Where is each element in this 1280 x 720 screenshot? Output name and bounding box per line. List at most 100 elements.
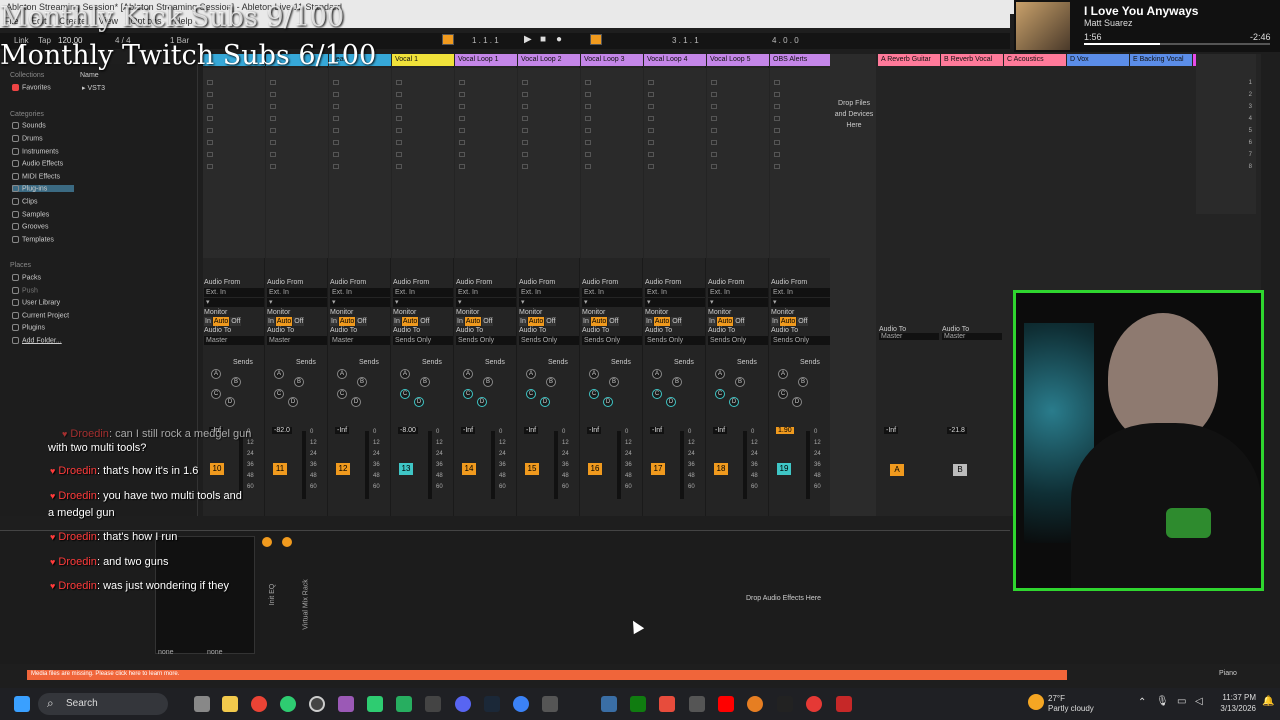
clip-slot[interactable]: [774, 92, 780, 97]
clip-slot[interactable]: [396, 92, 402, 97]
send-b-knob[interactable]: B: [735, 377, 745, 387]
clip-slot[interactable]: [459, 152, 465, 157]
clip-slot[interactable]: [648, 104, 654, 109]
place-current-project[interactable]: Current Project: [12, 312, 69, 319]
clip-slot[interactable]: [207, 92, 213, 97]
return-audio-to[interactable]: Audio To Master: [879, 326, 939, 340]
return-volume-field[interactable]: -Inf: [884, 427, 899, 434]
app-icon-6[interactable]: [513, 696, 529, 712]
volume-field[interactable]: 1.90: [776, 427, 794, 434]
return-track-header[interactable]: E Backing Vocal: [1130, 54, 1192, 66]
audio-to-select[interactable]: Sends Only: [771, 336, 831, 345]
rack-device-title[interactable]: Virtual Mix Rack: [303, 579, 310, 629]
send-b-knob[interactable]: B: [483, 377, 493, 387]
send-a-knob[interactable]: A: [526, 369, 536, 379]
send-b-knob[interactable]: B: [798, 377, 808, 387]
audio-to-select[interactable]: Sends Only: [456, 336, 516, 345]
clip-slot[interactable]: [522, 116, 528, 121]
steam-icon[interactable]: [484, 696, 500, 712]
app-icon-12[interactable]: [777, 696, 793, 712]
audio-from-select[interactable]: Ext. In: [330, 288, 390, 297]
volume-field[interactable]: -Inf: [524, 427, 539, 434]
send-c-knob[interactable]: C: [337, 389, 347, 399]
audio-from-select[interactable]: Ext. In: [393, 288, 453, 297]
clip-slot[interactable]: [648, 116, 654, 121]
track-header[interactable]: Vocal Loop 2: [518, 54, 580, 66]
status-message[interactable]: Media files are missing. Please click he…: [27, 670, 1067, 680]
input-channel-select[interactable]: ▾: [393, 298, 453, 307]
clip-slots[interactable]: [203, 68, 265, 258]
send-b-knob[interactable]: B: [231, 377, 241, 387]
track-header[interactable]: Vocal 1: [392, 54, 454, 66]
scene-4[interactable]: 4: [1249, 116, 1252, 122]
audio-to-select[interactable]: Sends Only: [708, 336, 768, 345]
obs-icon[interactable]: [309, 696, 325, 712]
send-a-knob[interactable]: A: [715, 369, 725, 379]
send-c-knob[interactable]: C: [778, 389, 788, 399]
send-a-knob[interactable]: A: [274, 369, 284, 379]
send-d-knob[interactable]: D: [603, 397, 613, 407]
clip-slot[interactable]: [396, 128, 402, 133]
category-grooves[interactable]: Grooves: [12, 223, 48, 230]
scene-7[interactable]: 7: [1249, 152, 1252, 158]
app-icon-13[interactable]: [806, 696, 822, 712]
clip-slot[interactable]: [522, 128, 528, 133]
return-track-header[interactable]: C Acoustics: [1004, 54, 1066, 66]
send-b-knob[interactable]: B: [420, 377, 430, 387]
clip-slot[interactable]: [648, 140, 654, 145]
send-c-knob[interactable]: C: [526, 389, 536, 399]
audio-from-select[interactable]: Ext. In: [519, 288, 579, 297]
clip-slot[interactable]: [585, 152, 591, 157]
place-user-library[interactable]: User Library: [12, 299, 60, 306]
monitor-buttons[interactable]: In Auto Off: [771, 317, 831, 326]
clip-slot[interactable]: [774, 128, 780, 133]
send-c-knob[interactable]: C: [715, 389, 725, 399]
clip-slots[interactable]: [329, 68, 391, 258]
clip-slots[interactable]: [392, 68, 454, 258]
audio-from-select[interactable]: Ext. In: [267, 288, 327, 297]
app-icon-8[interactable]: [601, 696, 617, 712]
play-icon[interactable]: ▶: [524, 34, 532, 45]
clip-slot[interactable]: [711, 152, 717, 157]
clip-slot[interactable]: [270, 152, 276, 157]
send-c-knob[interactable]: C: [463, 389, 473, 399]
vst3-folder[interactable]: ▸ VST3: [82, 84, 105, 92]
app-icon-14[interactable]: [836, 696, 852, 712]
send-c-knob[interactable]: C: [589, 389, 599, 399]
clip-slot[interactable]: [774, 152, 780, 157]
category-samples[interactable]: Samples: [12, 211, 49, 218]
category-midi-effects[interactable]: MIDI Effects: [12, 173, 60, 180]
category-sounds[interactable]: Sounds: [12, 122, 46, 129]
clip-slot[interactable]: [270, 80, 276, 85]
drop-zone[interactable]: Drop Files and Devices Here: [830, 54, 876, 516]
track-activator[interactable]: 16: [588, 463, 602, 475]
return-track-header[interactable]: D Vox: [1067, 54, 1129, 66]
windows-start-icon[interactable]: [14, 696, 30, 712]
clip-slot[interactable]: [270, 164, 276, 169]
file-explorer-icon[interactable]: [222, 696, 238, 712]
weather-temp[interactable]: 27°F: [1048, 694, 1065, 703]
loop-length[interactable]: 4 . 0 . 0: [772, 36, 799, 45]
clip-slots[interactable]: [518, 68, 580, 258]
send-c-knob[interactable]: C: [400, 389, 410, 399]
clip-slot[interactable]: [333, 164, 339, 169]
send-a-knob[interactable]: A: [778, 369, 788, 379]
audio-to-select[interactable]: Master: [267, 336, 327, 345]
clip-slot[interactable]: [585, 128, 591, 133]
add-folder-link[interactable]: Add Folder...: [12, 337, 62, 344]
send-a-knob[interactable]: A: [400, 369, 410, 379]
clip-slot[interactable]: [459, 80, 465, 85]
app-icon-1[interactable]: [280, 696, 296, 712]
monitor-buttons[interactable]: In Auto Off: [204, 317, 264, 326]
clip-slot[interactable]: [207, 128, 213, 133]
send-d-knob[interactable]: D: [288, 397, 298, 407]
task-view-icon[interactable]: [194, 696, 210, 712]
place-plugins[interactable]: Plugins: [12, 324, 45, 331]
audio-from-select[interactable]: Ext. In: [204, 288, 264, 297]
send-d-knob[interactable]: D: [540, 397, 550, 407]
clip-slot[interactable]: [774, 80, 780, 85]
track-activator[interactable]: 18: [714, 463, 728, 475]
audio-from-select[interactable]: Ext. In: [456, 288, 516, 297]
send-b-knob[interactable]: B: [357, 377, 367, 387]
clip-slot[interactable]: [648, 80, 654, 85]
